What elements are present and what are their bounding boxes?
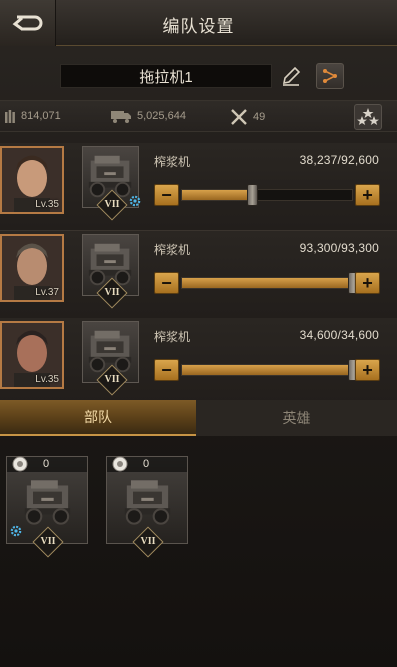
troop-slider[interactable] bbox=[181, 359, 359, 381]
slider-fill bbox=[182, 365, 352, 375]
unit-count: 38,237/92,600 bbox=[299, 153, 379, 167]
decrease-button[interactable]: − bbox=[154, 184, 179, 206]
tire-icon bbox=[12, 456, 28, 472]
troop-card[interactable]: 0 VII bbox=[106, 456, 188, 558]
hero-level: Lv.35 bbox=[35, 199, 59, 210]
decrease-button[interactable]: − bbox=[154, 272, 179, 294]
troop-slider[interactable] bbox=[181, 272, 359, 294]
stats-bar: 814,071 5,025,644 49 bbox=[0, 100, 397, 132]
slider-fill bbox=[182, 278, 352, 288]
slider-fill bbox=[182, 190, 252, 200]
troop-count: 0 bbox=[143, 458, 150, 470]
gear-icon bbox=[128, 194, 142, 208]
troop-slider[interactable] bbox=[181, 184, 353, 206]
vehicle-card[interactable]: VII bbox=[82, 321, 139, 396]
load-stat: 5,025,644 bbox=[110, 108, 186, 124]
rank-label: VII bbox=[104, 287, 120, 298]
hero-level: Lv.37 bbox=[35, 287, 59, 298]
unit-count: 34,600/34,600 bbox=[299, 328, 379, 342]
edit-name-button[interactable] bbox=[280, 64, 302, 88]
rank-label: VII bbox=[104, 199, 120, 210]
troop-count: 0 bbox=[43, 458, 50, 470]
rank-label: VII bbox=[104, 374, 120, 385]
unit-name: 榨浆机 bbox=[154, 330, 191, 344]
page-title: 编队设置 bbox=[162, 17, 235, 36]
squad-name-text: 拖拉机1 bbox=[139, 68, 193, 86]
tools-stat: 49 bbox=[230, 108, 265, 126]
ammo-stat: 814,071 bbox=[4, 108, 61, 124]
ammo-icon bbox=[5, 110, 15, 123]
hero-row: Lv.37 VII 榨浆机 93,300/93,300 − + bbox=[0, 231, 397, 319]
vehicle-card[interactable]: VII bbox=[82, 234, 139, 309]
rank-button[interactable] bbox=[354, 104, 382, 130]
load-value: 5,025,644 bbox=[137, 110, 186, 122]
increase-button[interactable]: + bbox=[355, 272, 380, 294]
rank-label: VII bbox=[140, 536, 156, 547]
ammo-value: 814,071 bbox=[21, 110, 61, 122]
troop-count-bar: 0 bbox=[7, 456, 87, 472]
tab-bar: 部队 英雄 bbox=[0, 400, 397, 436]
tab-troops[interactable]: 部队 bbox=[0, 400, 196, 436]
squad-name-field[interactable]: 拖拉机1 bbox=[60, 64, 272, 88]
tab-heroes[interactable]: 英雄 bbox=[196, 400, 397, 436]
increase-button[interactable]: + bbox=[355, 359, 380, 381]
stars-icon bbox=[357, 108, 379, 125]
hero-level: Lv.35 bbox=[35, 374, 59, 385]
decrease-button[interactable]: − bbox=[154, 359, 179, 381]
top-bar: 编队设置 bbox=[0, 0, 397, 46]
tools-icon bbox=[231, 109, 247, 125]
troop-card[interactable]: 0 VII bbox=[6, 456, 88, 558]
hero-portrait[interactable]: Lv.35 bbox=[0, 321, 64, 389]
unit-name: 榨浆机 bbox=[154, 155, 191, 169]
vehicle-image bbox=[124, 480, 171, 525]
gear-icon bbox=[9, 524, 23, 538]
unit-name: 榨浆机 bbox=[154, 243, 191, 257]
truck-icon bbox=[111, 111, 131, 123]
pencil-icon bbox=[282, 66, 301, 86]
troop-count-bar: 0 bbox=[107, 456, 187, 472]
unit-count: 93,300/93,300 bbox=[299, 241, 379, 255]
share-icon bbox=[323, 69, 337, 83]
hero-portrait[interactable]: Lv.35 bbox=[0, 146, 64, 214]
hero-portrait[interactable]: Lv.37 bbox=[0, 234, 64, 302]
tools-value: 49 bbox=[253, 111, 266, 123]
share-button[interactable] bbox=[316, 63, 344, 89]
tire-icon bbox=[112, 456, 128, 472]
increase-button[interactable]: + bbox=[355, 184, 380, 206]
rank-label: VII bbox=[40, 536, 56, 547]
hero-row: Lv.35 VII 榨浆机 38,237/92,600 − + bbox=[0, 143, 397, 231]
slider-thumb[interactable] bbox=[247, 184, 258, 206]
hero-row: Lv.35 VII 榨浆机 34,600/34,600 − + bbox=[0, 318, 397, 406]
